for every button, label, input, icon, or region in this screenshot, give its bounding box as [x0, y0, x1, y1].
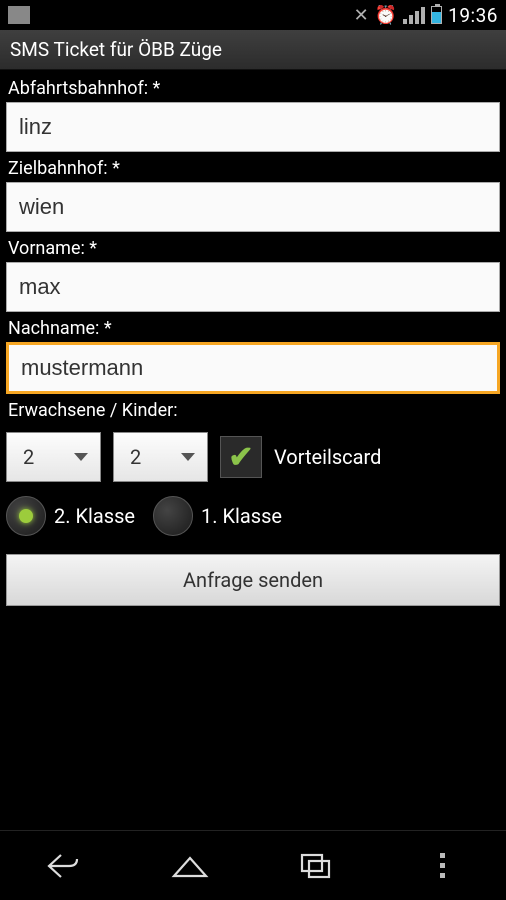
- caret-down-icon: [181, 453, 195, 461]
- lastname-label: Nachname: *: [8, 318, 500, 339]
- alarm-icon: ⏰: [375, 5, 397, 26]
- nav-menu-button[interactable]: [393, 843, 493, 889]
- app-title: SMS Ticket für ÖBB Züge: [10, 38, 222, 61]
- nav-recent-button[interactable]: [266, 843, 366, 889]
- class-radio-group: 2. Klasse 1. Klasse: [6, 496, 500, 536]
- status-clock: 19:36: [448, 4, 498, 27]
- destination-label: Zielbahnhof: *: [8, 158, 500, 179]
- image-placeholder-icon: [8, 6, 30, 24]
- passengers-label: Erwachsene / Kinder:: [8, 400, 500, 421]
- recent-apps-icon: [299, 852, 333, 880]
- passengers-row: 2 2 ✔ Vorteilscard: [6, 432, 500, 482]
- mute-icon: ✕: [354, 5, 369, 26]
- nav-home-button[interactable]: [140, 843, 240, 889]
- battery-icon: [431, 6, 442, 24]
- status-left: [8, 6, 30, 24]
- status-bar: ✕ ⏰ 19:36: [0, 0, 506, 30]
- checkmark-icon: ✔: [228, 440, 253, 475]
- app-title-bar: SMS Ticket für ÖBB Züge: [0, 30, 506, 70]
- home-icon: [170, 852, 210, 880]
- vorteilscard-checkbox[interactable]: ✔: [220, 436, 262, 478]
- nav-back-button[interactable]: [13, 843, 113, 889]
- signal-icon: [403, 6, 425, 24]
- navigation-bar: [0, 830, 506, 900]
- dot-icon: [440, 873, 445, 878]
- adults-spinner[interactable]: 2: [6, 432, 101, 482]
- class2-radio[interactable]: [6, 496, 46, 536]
- class1-radio[interactable]: [153, 496, 193, 536]
- submit-label: Anfrage senden: [183, 568, 323, 592]
- class1-label: 1. Klasse: [201, 504, 282, 528]
- children-value: 2: [130, 445, 141, 469]
- submit-button[interactable]: Anfrage senden: [6, 554, 500, 606]
- children-spinner[interactable]: 2: [113, 432, 208, 482]
- back-icon: [45, 851, 81, 881]
- form-content: Abfahrtsbahnhof: * Zielbahnhof: * Vornam…: [0, 70, 506, 830]
- dot-icon: [440, 863, 445, 868]
- departure-input[interactable]: [6, 102, 500, 152]
- caret-down-icon: [74, 453, 88, 461]
- firstname-label: Vorname: *: [8, 238, 500, 259]
- vorteilscard-label: Vorteilscard: [274, 445, 381, 469]
- firstname-input[interactable]: [6, 262, 500, 312]
- departure-label: Abfahrtsbahnhof: *: [8, 78, 500, 99]
- dot-icon: [440, 853, 445, 858]
- class2-label: 2. Klasse: [54, 504, 135, 528]
- lastname-input[interactable]: [6, 342, 500, 394]
- adults-value: 2: [23, 445, 34, 469]
- destination-input[interactable]: [6, 182, 500, 232]
- status-right: ✕ ⏰ 19:36: [354, 4, 498, 27]
